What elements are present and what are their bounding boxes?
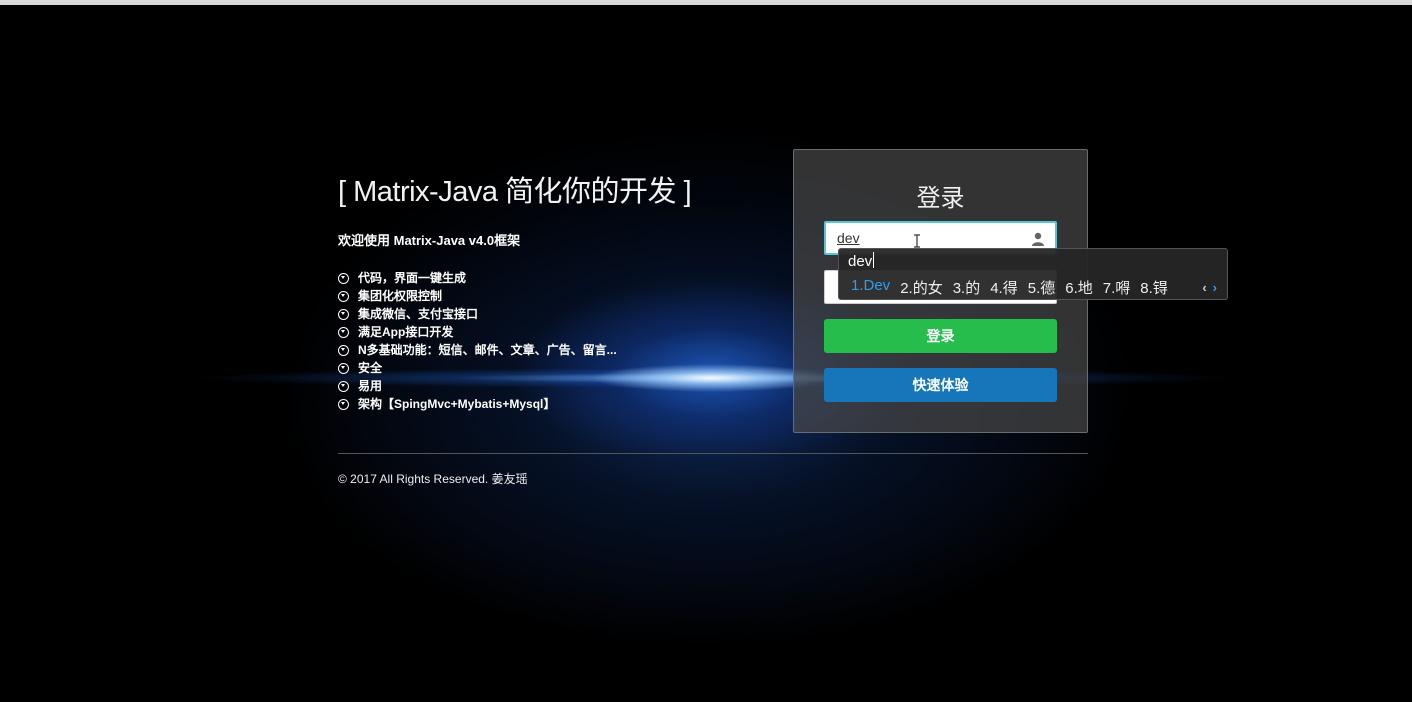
ime-candidate[interactable]: 3.的 — [953, 277, 981, 298]
circle-arrow-down-icon — [338, 380, 349, 392]
circle-arrow-down-icon — [338, 326, 349, 338]
feature-label: 安全 — [358, 361, 383, 375]
feature-label: 满足App接口开发 — [358, 325, 454, 339]
feature-label: 易用 — [358, 379, 383, 393]
intro-section: [ Matrix-Java 简化你的开发 ] 欢迎使用 Matrix-Java … — [338, 168, 758, 413]
feature-label: 集团化权限控制 — [358, 289, 443, 303]
ime-candidate[interactable]: 4.得 — [990, 277, 1018, 298]
user-icon — [1032, 232, 1044, 246]
circle-arrow-down-icon — [338, 290, 349, 302]
ime-candidate[interactable]: 2.的女 — [900, 277, 943, 298]
feature-item: N多基础功能：短信、邮件、文章、广告、留言... — [338, 341, 758, 359]
login-title: 登录 — [916, 185, 965, 212]
chevron-right-icon[interactable]: › — [1213, 280, 1217, 295]
welcome-text: 欢迎使用 Matrix-Java v4.0框架 — [338, 233, 521, 248]
page-headline: [ Matrix-Java 简化你的开发 ] — [338, 176, 692, 208]
copyright-footer: © 2017 All Rights Reserved. 姜友瑶 — [338, 472, 528, 486]
feature-item: 满足App接口开发 — [338, 323, 758, 341]
login-button[interactable]: 登录 — [824, 319, 1057, 353]
feature-item: 易用 — [338, 377, 758, 395]
ime-composition: dev — [848, 253, 873, 270]
feature-item: 集团化权限控制 — [338, 287, 758, 305]
feature-label: 架构【SpingMvc+Mybatis+Mysql】 — [358, 397, 556, 411]
ime-candidate[interactable]: 5.德 — [1028, 277, 1056, 298]
ime-candidate-list: 1.Dev 2.的女 3.的 4.得 5.德 6.地 7.嘚 8.锝 — [851, 277, 1178, 298]
ime-candidate[interactable]: 8.锝 — [1140, 277, 1168, 298]
chevron-left-icon[interactable]: ‹ — [1202, 280, 1206, 295]
circle-arrow-down-icon — [338, 362, 349, 374]
circle-arrow-down-icon — [338, 272, 349, 284]
text-cursor-icon — [914, 234, 920, 248]
circle-arrow-down-icon — [338, 308, 349, 320]
ime-candidate-popup: dev 1.Dev 2.的女 3.的 4.得 5.德 6.地 7.嘚 8.锝 ‹… — [838, 248, 1228, 300]
feature-item: 安全 — [338, 359, 758, 377]
feature-item: 代码，界面一键生成 — [338, 269, 758, 287]
feature-item: 架构【SpingMvc+Mybatis+Mysql】 — [338, 395, 758, 413]
feature-label: 集成微信、支付宝接口 — [358, 307, 479, 321]
ime-page-arrows: ‹ › — [1202, 280, 1217, 295]
ime-candidate[interactable]: 6.地 — [1065, 277, 1093, 298]
circle-arrow-down-icon — [338, 344, 349, 356]
footer-divider — [338, 453, 1088, 454]
ime-candidate[interactable]: 7.嘚 — [1103, 277, 1131, 298]
feature-item: 集成微信、支付宝接口 — [338, 305, 758, 323]
circle-arrow-down-icon — [338, 398, 349, 410]
feature-label: 代码，界面一键生成 — [358, 271, 467, 285]
feature-label: N多基础功能：短信、邮件、文章、广告、留言... — [358, 343, 617, 357]
quick-experience-button[interactable]: 快速体验 — [824, 368, 1057, 402]
feature-list: 代码，界面一键生成 集团化权限控制 集成微信、支付宝接口 满足App接口开发 N… — [338, 269, 758, 413]
ime-candidate[interactable]: 1.Dev — [851, 277, 890, 298]
